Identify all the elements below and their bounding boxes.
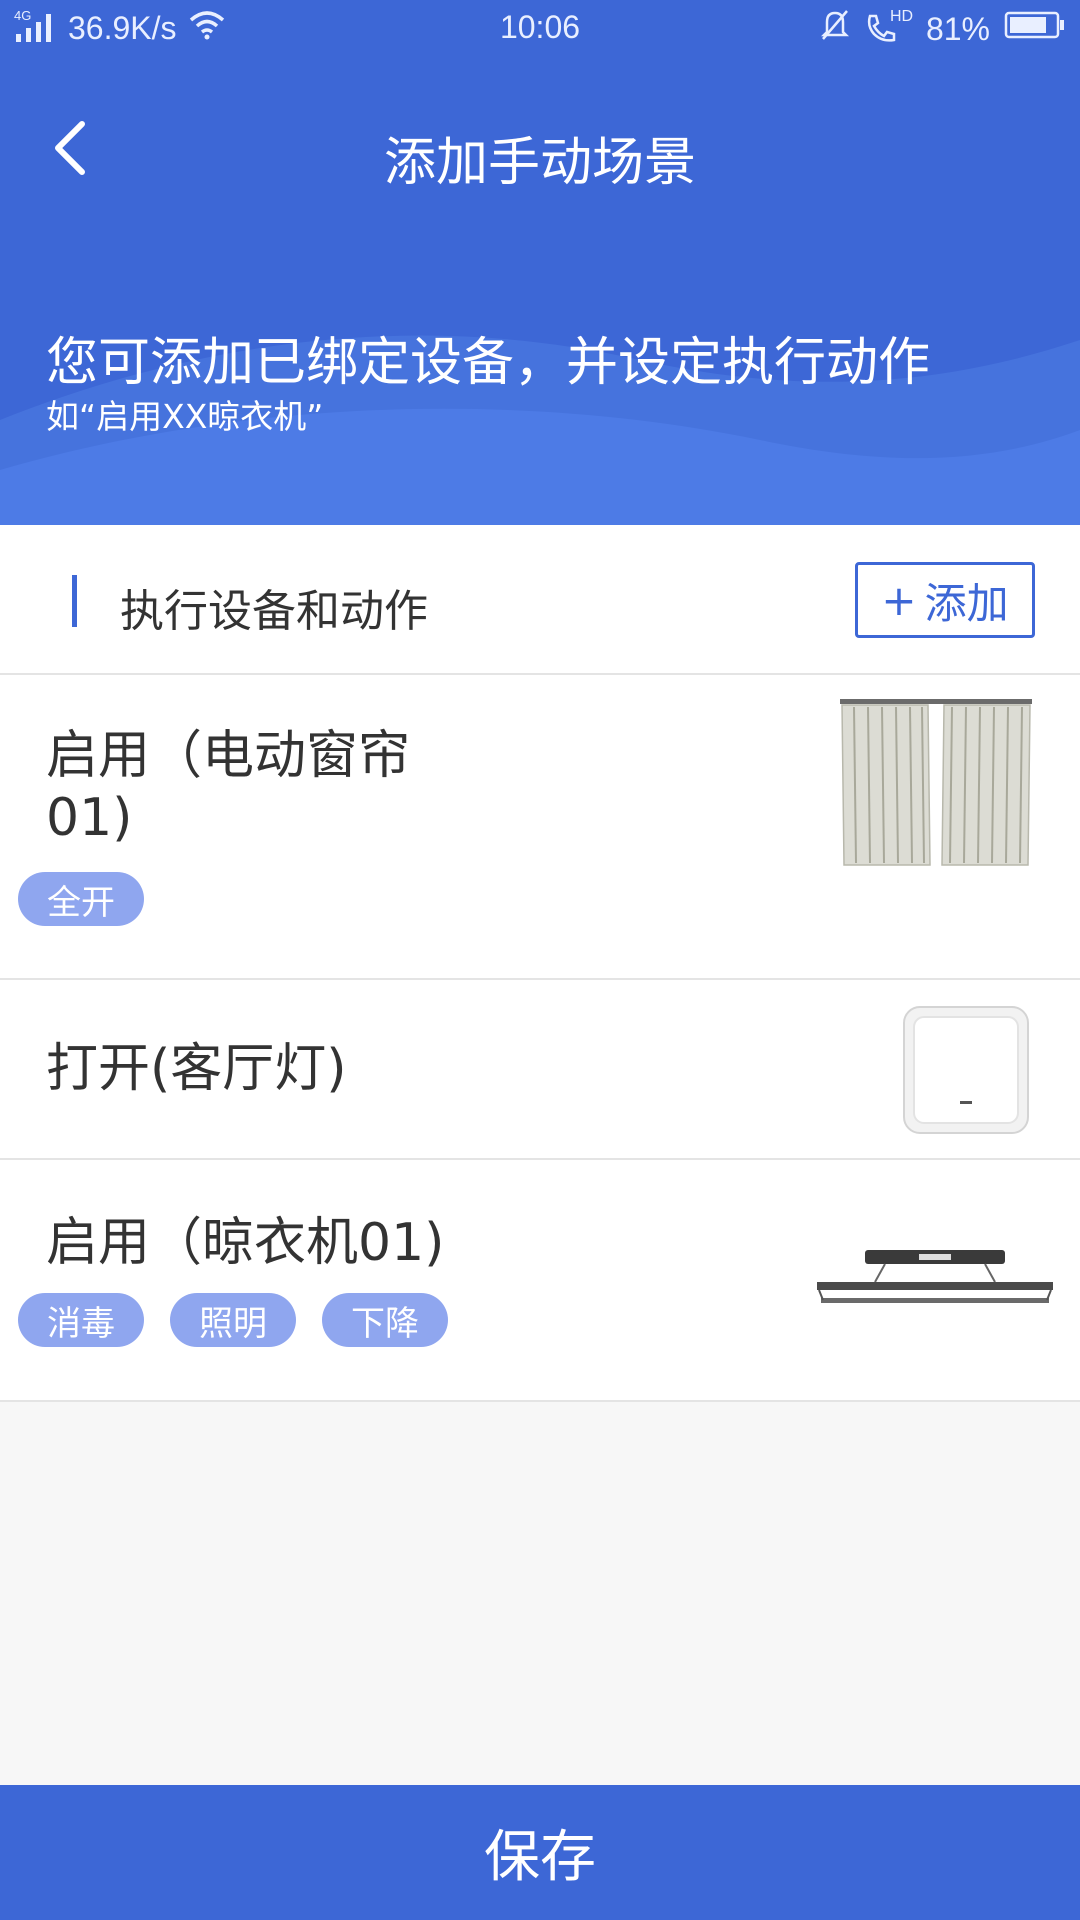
battery-percent: 81% (925, 10, 990, 47)
section-accent-bar (72, 575, 77, 627)
nav-bar: 添加手动场景 (0, 100, 1080, 200)
hd-label: HD (889, 8, 914, 25)
action-tag[interactable]: 下降 (322, 1293, 448, 1347)
section-header: 执行设备和动作 + 添加 (0, 525, 1080, 675)
section-title: 执行设备和动作 (120, 586, 428, 637)
add-button-label: 添加 (924, 578, 1009, 628)
action-tags: 全开 (18, 872, 144, 926)
action-tag[interactable]: 消毒 (18, 1293, 144, 1347)
hint-heading: 您可添加已绑定设备，并设定执行动作 (46, 333, 931, 393)
add-device-button[interactable]: + 添加 (855, 562, 1035, 638)
action-tags: 消毒 照明 下降 (18, 1293, 448, 1347)
page-title: 添加手动场景 (383, 133, 696, 193)
header-banner: 4G 36.9K/s 10:06 HD 81% 添加手动场景 您可添加已绑定设备… (0, 0, 1080, 525)
device-name: 启用（电动窗帘01) (46, 726, 411, 848)
hint-example: 如“启用XX晾衣机” (46, 397, 324, 436)
save-button[interactable]: 保存 (0, 1785, 1080, 1920)
device-name: 启用（晾衣机01) (46, 1213, 445, 1273)
device-row-curtain[interactable]: 启用（电动窗帘01) 全开 (0, 675, 1080, 980)
action-tag[interactable]: 全开 (18, 872, 144, 926)
curtain-image (840, 699, 1032, 866)
battery-icon (1004, 10, 1066, 48)
device-row-clothes-dryer[interactable]: 启用（晾衣机01) 消毒 照明 下降 (0, 1160, 1080, 1402)
wall-switch-image (903, 1006, 1029, 1134)
device-name: 打开(客厅灯) (46, 1039, 347, 1099)
status-bar: 4G 36.9K/s 10:06 HD 81% (0, 0, 1080, 56)
plus-icon: + (881, 575, 917, 625)
hd-call-icon: HD (864, 8, 913, 46)
clothes-dryer-image (817, 1250, 1053, 1303)
device-row-light[interactable]: 打开(客厅灯) (0, 980, 1080, 1160)
mute-bell-icon (820, 8, 850, 50)
action-tag[interactable]: 照明 (170, 1293, 296, 1347)
